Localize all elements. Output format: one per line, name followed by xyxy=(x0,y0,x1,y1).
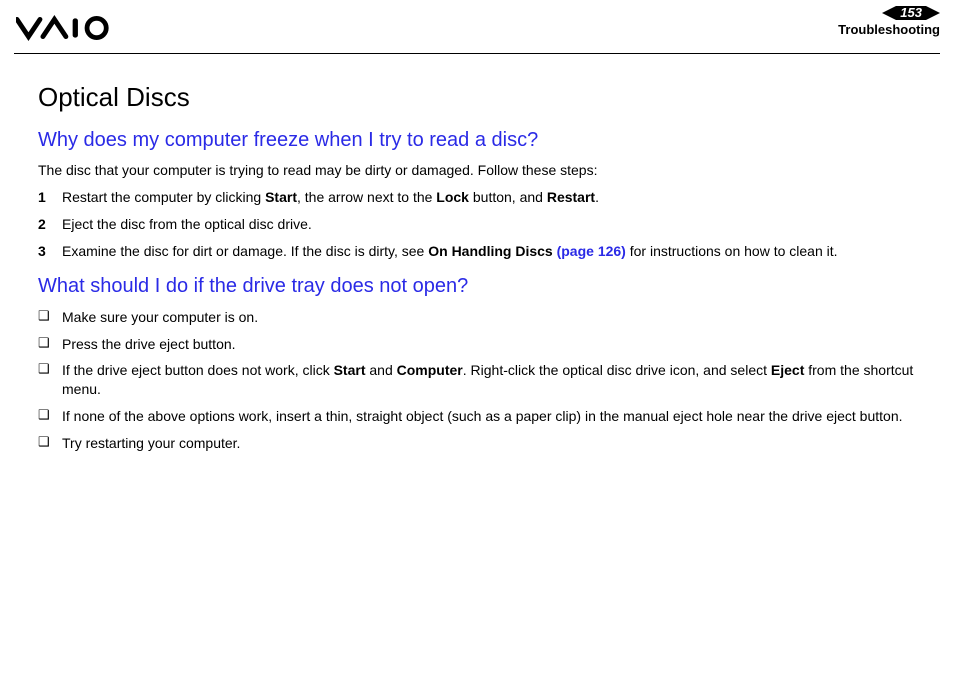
page-link[interactable]: (page 126) xyxy=(553,243,626,259)
step-item: 2 Eject the disc from the optical disc d… xyxy=(38,215,916,234)
list-item: ❑ Try restarting your computer. xyxy=(38,434,916,453)
step-number: 2 xyxy=(38,215,62,234)
bullet-box-icon: ❑ xyxy=(38,308,62,327)
step-item: 1 Restart the computer by clicking Start… xyxy=(38,188,916,207)
list-text: Make sure your computer is on. xyxy=(62,308,916,327)
step-text: Examine the disc for dirt or damage. If … xyxy=(62,242,916,261)
bullet-box-icon: ❑ xyxy=(38,335,62,354)
list-item: ❑ If none of the above options work, ins… xyxy=(38,407,916,426)
next-page-arrow-icon[interactable] xyxy=(926,6,940,20)
page-title: Optical Discs xyxy=(38,82,916,113)
list-text: If the drive eject button does not work,… xyxy=(62,361,916,399)
step-text: Restart the computer by clicking Start, … xyxy=(62,188,916,207)
section-label: Troubleshooting xyxy=(838,22,940,37)
list-item: ❑ Make sure your computer is on. xyxy=(38,308,916,327)
list-text: If none of the above options work, inser… xyxy=(62,407,916,426)
prev-page-arrow-icon[interactable] xyxy=(882,6,896,20)
step-item: 3 Examine the disc for dirt or damage. I… xyxy=(38,242,916,261)
vaio-logo xyxy=(14,6,112,47)
question-1-heading: Why does my computer freeze when I try t… xyxy=(38,129,916,152)
bullet-box-icon: ❑ xyxy=(38,361,62,399)
page-nav: 153 xyxy=(882,6,940,20)
page-header: 153 Troubleshooting xyxy=(0,0,954,51)
bullet-box-icon: ❑ xyxy=(38,407,62,426)
question-2-list: ❑ Make sure your computer is on. ❑ Press… xyxy=(38,308,916,453)
header-right: 153 Troubleshooting xyxy=(838,6,940,37)
question-1-intro: The disc that your computer is trying to… xyxy=(38,162,916,178)
step-number: 1 xyxy=(38,188,62,207)
question-1-steps: 1 Restart the computer by clicking Start… xyxy=(38,188,916,261)
page-number: 153 xyxy=(896,6,926,20)
list-text: Press the drive eject button. xyxy=(62,335,916,354)
question-2-heading: What should I do if the drive tray does … xyxy=(38,275,916,298)
list-text: Try restarting your computer. xyxy=(62,434,916,453)
list-item: ❑ If the drive eject button does not wor… xyxy=(38,361,916,399)
list-item: ❑ Press the drive eject button. xyxy=(38,335,916,354)
step-number: 3 xyxy=(38,242,62,261)
bullet-box-icon: ❑ xyxy=(38,434,62,453)
page-content: Optical Discs Why does my computer freez… xyxy=(0,54,954,453)
step-text: Eject the disc from the optical disc dri… xyxy=(62,215,916,234)
